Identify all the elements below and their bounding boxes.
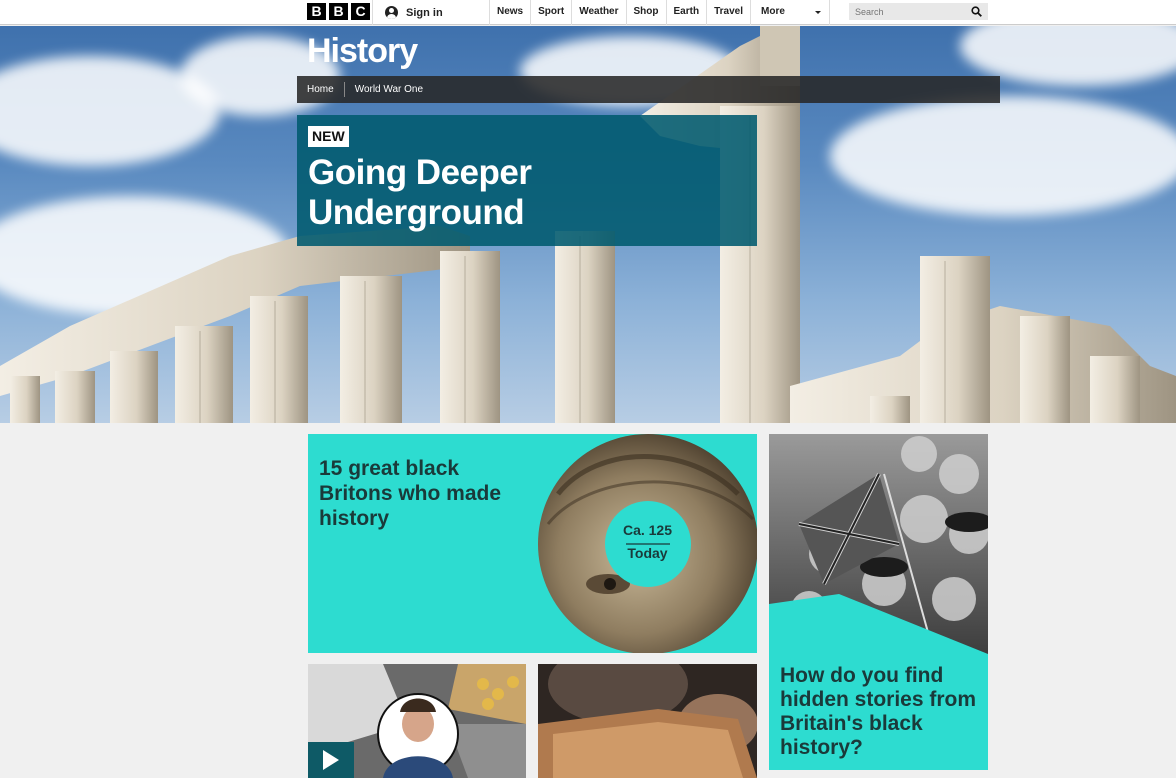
- search-box: [849, 3, 988, 20]
- sign-in-link[interactable]: Sign in: [372, 0, 443, 25]
- nav-sport[interactable]: Sport: [530, 0, 571, 25]
- new-badge: NEW: [308, 126, 349, 147]
- logo-letter-b1: B: [307, 3, 326, 20]
- nav-shop[interactable]: Shop: [625, 0, 666, 25]
- nav-more-dropdown[interactable]: More: [750, 0, 830, 25]
- card-black-britons[interactable]: 15 great black Britons who made history …: [308, 434, 757, 653]
- story-promo-card[interactable]: [538, 664, 757, 778]
- nav-news[interactable]: News: [489, 0, 530, 25]
- portrait-disc-image: [538, 434, 757, 653]
- card-black-britons-title[interactable]: 15 great black Britons who made history: [319, 456, 534, 531]
- date-to: Today: [627, 545, 668, 561]
- user-icon: [385, 6, 398, 19]
- breadcrumb: Home World War One: [297, 76, 1000, 103]
- card-hidden-stories-title[interactable]: How do you find hidden stories from Brit…: [780, 664, 980, 760]
- logo-letter-c: C: [351, 3, 370, 20]
- card-hidden-stories[interactable]: How do you find hidden stories from Brit…: [769, 434, 988, 770]
- logo-letter-b2: B: [329, 3, 348, 20]
- site-title[interactable]: History: [307, 32, 418, 71]
- bbc-logo[interactable]: B B C: [307, 3, 370, 20]
- nav-travel[interactable]: Travel: [706, 0, 750, 25]
- search-icon[interactable]: [971, 6, 982, 17]
- video-promo-card[interactable]: [308, 664, 526, 778]
- dark-photo-image: [538, 664, 757, 778]
- children-with-flags-photo: [769, 434, 988, 654]
- featured-promo[interactable]: NEW Going Deeper Underground: [297, 115, 757, 246]
- nav-earth[interactable]: Earth: [665, 0, 707, 25]
- feature-title[interactable]: Going Deeper Underground: [308, 153, 748, 233]
- main-nav: News Sport Weather Shop Earth Travel Mor…: [489, 0, 830, 25]
- breadcrumb-world-war-one[interactable]: World War One: [343, 82, 433, 97]
- play-icon[interactable]: [308, 742, 354, 778]
- date-from: Ca. 125: [622, 522, 673, 538]
- sign-in-label: Sign in: [406, 6, 443, 19]
- search-input[interactable]: [849, 3, 967, 20]
- timeline-disc: Ca. 125 Today: [538, 434, 757, 653]
- breadcrumb-home[interactable]: Home: [297, 82, 344, 97]
- nav-weather[interactable]: Weather: [571, 0, 625, 25]
- global-navigation-bar: B B C Sign in News Sport Weather Shop Ea…: [0, 0, 1176, 25]
